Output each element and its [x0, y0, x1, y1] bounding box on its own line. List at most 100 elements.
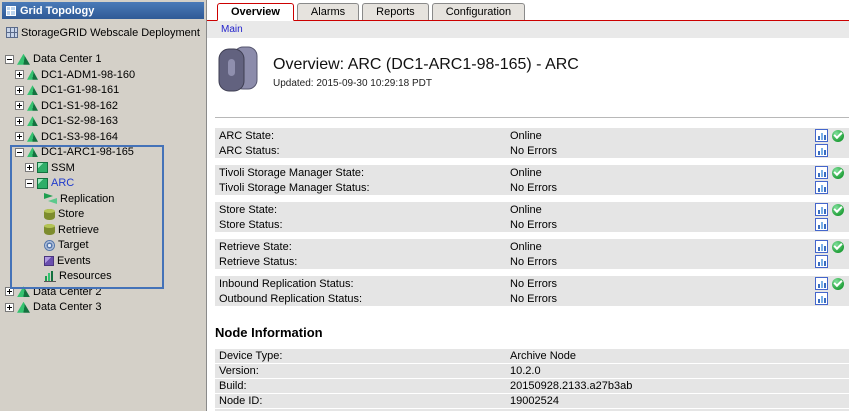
tree-item-arc[interactable]: ARC	[0, 176, 206, 192]
node-icon	[27, 101, 38, 111]
tree-item-label: DC1-ADM1-98-160	[41, 69, 135, 81]
attribute-label: Outbound Replication Status:	[219, 293, 510, 305]
tree-item-target[interactable]: Target	[0, 238, 206, 254]
expander-icon[interactable]	[5, 287, 14, 296]
status-pair: Store State: Online Store Status: No Err…	[215, 202, 849, 232]
attribute-label: ARC Status:	[219, 145, 510, 157]
expander-icon[interactable]	[25, 179, 34, 188]
tree-item-deployment[interactable]: StorageGRID Webscale Deployment	[0, 25, 206, 41]
status-pair: ARC State: Online ARC Status: No Errors	[215, 128, 849, 158]
tree-item-label: Data Center 3	[33, 301, 101, 313]
attribute-label: Retrieve State:	[219, 241, 510, 253]
main-panel: Overview Alarms Reports Configuration Ma…	[207, 0, 849, 411]
tab-reports[interactable]: Reports	[362, 3, 429, 20]
chart-icon[interactable]	[815, 166, 828, 179]
tree-item-data-center-1[interactable]: Data Center 1	[0, 52, 206, 68]
status-row: ARC Status: No Errors	[215, 143, 849, 158]
tree-item-dc1-arc1-98-165[interactable]: DC1-ARC1-98-165	[0, 145, 206, 161]
row-actions	[815, 218, 847, 231]
chart-icon[interactable]	[815, 129, 828, 142]
data-center-icon	[17, 286, 30, 297]
attribute-label: Inbound Replication Status:	[219, 278, 510, 290]
tree-item-resources[interactable]: Resources	[0, 269, 206, 285]
chart-icon[interactable]	[815, 181, 828, 194]
row-actions	[815, 129, 847, 142]
status-row: Tivoli Storage Manager State: Online	[215, 165, 849, 180]
tab-overview[interactable]: Overview	[217, 3, 294, 21]
events-icon	[44, 256, 54, 266]
tree-item-dc1-s2-98-163[interactable]: DC1-S2-98-163	[0, 114, 206, 130]
grid-topology-icon	[6, 6, 16, 16]
data-center-icon	[17, 54, 30, 65]
tab-alarms[interactable]: Alarms	[297, 3, 359, 20]
tree-item-store[interactable]: Store	[0, 207, 206, 223]
info-row: Node ID: 19002524	[215, 394, 849, 409]
chart-icon[interactable]	[815, 218, 828, 231]
status-ok-icon	[832, 241, 844, 253]
expander-icon[interactable]	[15, 117, 24, 126]
tree-item-ssm[interactable]: SSM	[0, 160, 206, 176]
attribute-value: No Errors	[510, 278, 815, 290]
data-center-icon	[17, 302, 30, 313]
info-label: Version:	[219, 365, 510, 377]
chart-icon[interactable]	[815, 255, 828, 268]
status-row: Retrieve State: Online	[215, 239, 849, 254]
arc-icon	[37, 178, 48, 189]
expander-icon[interactable]	[5, 303, 14, 312]
expander-icon[interactable]	[15, 132, 24, 141]
attribute-value: Online	[510, 130, 815, 142]
tree-item-label: Data Center 2	[33, 286, 101, 298]
grid-topology-panel: Grid Topology StorageGRID Webscale Deplo…	[0, 0, 207, 411]
chart-icon[interactable]	[815, 240, 828, 253]
attribute-value: No Errors	[510, 293, 815, 305]
info-label: Node ID:	[219, 395, 510, 407]
attribute-label: Store Status:	[219, 219, 510, 231]
tree-item-data-center-3[interactable]: Data Center 3	[0, 300, 206, 316]
status-ok-icon	[832, 130, 844, 142]
status-attributes: ARC State: Online ARC Status: No Errors	[215, 128, 849, 313]
status-row: Inbound Replication Status: No Errors	[215, 276, 849, 291]
tree-item-label: SSM	[51, 162, 75, 174]
status-pair: Inbound Replication Status: No Errors Ou…	[215, 276, 849, 306]
expander-icon[interactable]	[15, 70, 24, 79]
breadcrumb-main-link[interactable]: Main	[221, 24, 243, 35]
tree-item-label: DC1-ARC1-98-165	[41, 146, 134, 158]
node-information-heading: Node Information	[215, 325, 849, 340]
row-actions	[815, 203, 847, 216]
chart-icon[interactable]	[815, 203, 828, 216]
page-title: Overview: ARC (DC1-ARC1-98-165) - ARC	[273, 56, 579, 74]
attribute-value: No Errors	[510, 145, 815, 157]
tab-configuration[interactable]: Configuration	[432, 3, 525, 20]
row-actions	[815, 255, 847, 268]
row-actions	[815, 292, 847, 305]
tree-item-data-center-2[interactable]: Data Center 2	[0, 284, 206, 300]
tree-item-label: Data Center 1	[33, 53, 101, 65]
node-icon	[27, 147, 38, 157]
expander-icon[interactable]	[25, 163, 34, 172]
tree-item-replication[interactable]: Replication	[0, 191, 206, 207]
expander-icon[interactable]	[5, 55, 14, 64]
tree-item-label: Retrieve	[58, 224, 99, 236]
tree-item-label: Store	[58, 208, 84, 220]
info-label: Build:	[219, 380, 510, 392]
node-icon	[27, 132, 38, 142]
expander-icon[interactable]	[15, 148, 24, 157]
tree-item-dc1-s3-98-164[interactable]: DC1-S3-98-164	[0, 129, 206, 145]
tree-item-label: DC1-G1-98-161	[41, 84, 119, 96]
status-row: Store State: Online	[215, 202, 849, 217]
tree-item-dc1-g1-98-161[interactable]: DC1-G1-98-161	[0, 83, 206, 99]
replication-icon	[44, 193, 57, 204]
tree-item-dc1-adm1-98-160[interactable]: DC1-ADM1-98-160	[0, 67, 206, 83]
divider	[215, 117, 849, 118]
tree-item-retrieve[interactable]: Retrieve	[0, 222, 206, 238]
attribute-value: Online	[510, 241, 815, 253]
expander-icon[interactable]	[15, 101, 24, 110]
expander-icon[interactable]	[15, 86, 24, 95]
info-row: Build: 20150928.2133.a27b3ab	[215, 379, 849, 394]
tree-item-dc1-s1-98-162[interactable]: DC1-S1-98-162	[0, 98, 206, 114]
tree-item-events[interactable]: Events	[0, 253, 206, 269]
chart-icon[interactable]	[815, 292, 828, 305]
attribute-label: Retrieve Status:	[219, 256, 510, 268]
chart-icon[interactable]	[815, 277, 828, 290]
chart-icon[interactable]	[815, 144, 828, 157]
